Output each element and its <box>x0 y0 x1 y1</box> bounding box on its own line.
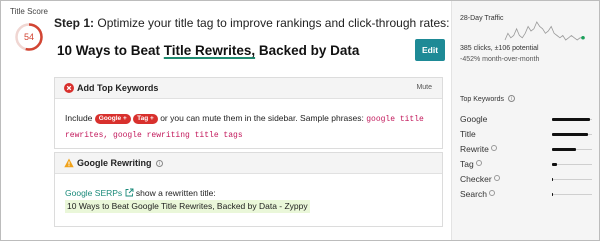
keyword-strength-track <box>552 178 592 181</box>
google-rewriting-card: Google Rewriting i Google SERPs show a r… <box>54 152 443 227</box>
title-highlight: Title Rewrites, <box>163 43 256 58</box>
title-part-1: 10 Ways to Beat <box>57 43 164 58</box>
keyword-row[interactable]: Google <box>460 114 595 129</box>
edit-button[interactable]: Edit <box>415 39 445 61</box>
keyword-name: Search <box>460 189 487 199</box>
traffic-change: -452% month-over-month <box>460 56 540 63</box>
keyword-strength-bar <box>552 118 590 121</box>
title-score-value: 54 <box>23 32 34 42</box>
keyword-strength-bar <box>552 193 554 196</box>
page-title: 10 Ways to Beat Title Rewrites, Backed b… <box>57 43 359 58</box>
add-keywords-body: Include Google + Tag + or you can mute t… <box>65 111 435 143</box>
top-keywords-label-text: Top Keywords <box>460 96 504 103</box>
keyword-row[interactable]: Search <box>460 189 595 204</box>
keyword-row[interactable]: Title <box>460 129 595 144</box>
keyword-row[interactable]: Rewrite <box>460 144 595 159</box>
top-keywords-list: Google Title Rewrite Tag Checker Search <box>460 114 595 204</box>
sidebar: 28-Day Traffic 385 clicks, ±106 potentia… <box>451 1 599 240</box>
step-number: Step 1: <box>54 16 95 30</box>
mute-link[interactable]: Mute <box>416 84 432 91</box>
info-icon[interactable]: i <box>156 160 164 167</box>
warning-icon <box>64 158 74 168</box>
sample-phrase-2: google rewriting title tags <box>113 131 243 140</box>
keyword-info-icon[interactable] <box>490 145 497 151</box>
google-rewriting-title-text: Google Rewriting <box>77 158 152 168</box>
title-part-2: Backed by Data <box>255 43 360 58</box>
keyword-info-icon[interactable] <box>493 175 500 181</box>
external-link-icon[interactable] <box>125 188 134 197</box>
keyword-row[interactable]: Tag <box>460 159 595 174</box>
keyword-tag-tag[interactable]: Tag + <box>133 114 158 124</box>
error-icon <box>64 83 74 93</box>
keyword-name: Checker <box>460 174 492 184</box>
app-window: Title Score 54 Step 1: Optimize your tit… <box>0 0 600 241</box>
main-content: Step 1: Optimize your title tag to impro… <box>54 1 451 240</box>
title-score-label: Title Score <box>10 7 48 16</box>
keyword-tag-google[interactable]: Google + <box>94 114 131 124</box>
keyword-strength-track <box>552 133 592 136</box>
phrase-separator: , <box>103 131 114 140</box>
sparkline-end-dot <box>581 35 585 40</box>
keyword-name: Google <box>460 114 488 124</box>
keyword-strength-track <box>552 148 592 151</box>
keyword-info-icon[interactable] <box>488 190 495 196</box>
include-text: Include <box>65 113 95 123</box>
keyword-name: Tag <box>460 159 474 169</box>
traffic-sparkline <box>504 21 585 41</box>
info-icon[interactable]: i <box>507 95 515 102</box>
google-serps-link[interactable]: Google SERPs <box>65 188 122 198</box>
step-instruction: Step 1: Optimize your title tag to impro… <box>54 16 450 30</box>
keyword-info-icon[interactable] <box>475 160 482 166</box>
keyword-strength-bar <box>552 148 576 151</box>
keyword-strength-track <box>552 163 592 166</box>
traffic-label: 28-Day Traffic <box>460 15 504 22</box>
keyword-strength-track <box>552 118 592 121</box>
traffic-clicks: 385 clicks, ±106 potential <box>460 45 539 52</box>
mute-hint-text: or you can mute them in the sidebar. Sam… <box>157 113 367 123</box>
top-keywords-label: Top Keywords i <box>460 95 515 103</box>
google-rewriting-header: Google Rewriting i <box>55 153 442 174</box>
add-keywords-header: Add Top Keywords Mute <box>55 78 442 99</box>
keyword-row[interactable]: Checker <box>460 174 595 189</box>
keyword-name: Rewrite <box>460 144 489 154</box>
serp-rewritten-title: 10 Ways to Beat Google Title Rewrites, B… <box>65 200 310 213</box>
step-text: Optimize your title tag to improve ranki… <box>97 16 450 30</box>
keyword-strength-bar <box>552 178 554 181</box>
title-score-panel: Title Score 54 <box>7 7 51 52</box>
title-score-gauge: 54 <box>14 22 44 52</box>
keyword-strength-bar <box>552 163 557 166</box>
keyword-strength-bar <box>552 133 588 136</box>
google-rewriting-title: Google Rewriting i <box>77 158 164 168</box>
add-keywords-card: Add Top Keywords Mute Include Google + T… <box>54 77 443 149</box>
keyword-strength-track <box>552 193 592 196</box>
rewritten-text: show a rewritten title: <box>133 188 216 198</box>
keyword-name: Title <box>460 129 476 139</box>
google-rewriting-body: Google SERPs show a rewritten title: 10 … <box>65 187 435 213</box>
add-keywords-title: Add Top Keywords <box>77 83 159 93</box>
